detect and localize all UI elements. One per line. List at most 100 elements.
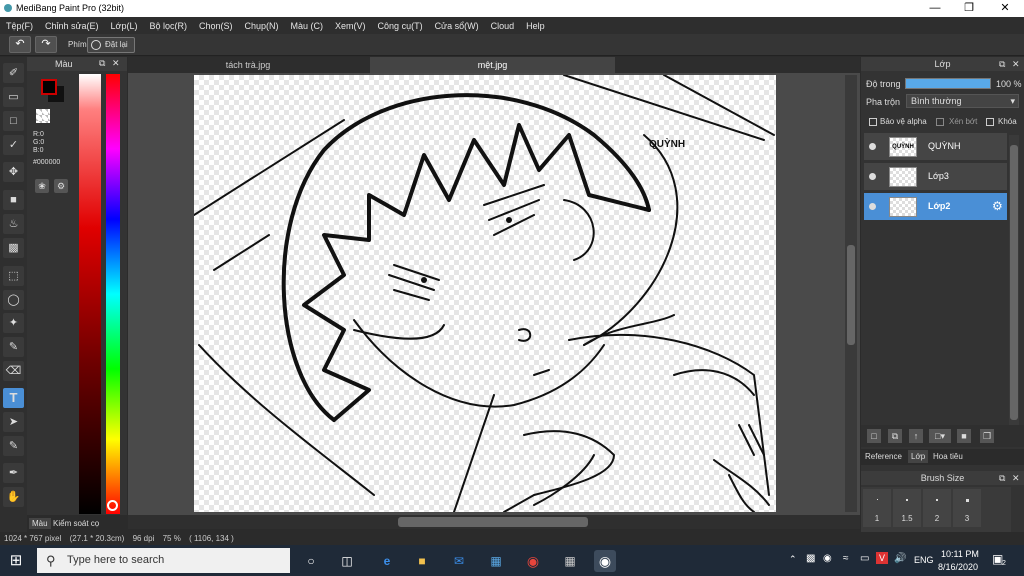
task-view-icon[interactable]: ◫	[336, 550, 358, 572]
protect-alpha-checkbox[interactable]	[869, 118, 877, 126]
copy-layer-icon[interactable]: ⧉	[888, 429, 902, 443]
transparent-color-swatch[interactable]	[36, 109, 50, 123]
clip-checkbox[interactable]	[936, 118, 944, 126]
folder-icon[interactable]: ■	[957, 429, 971, 443]
tab-reference[interactable]: Reference	[865, 452, 902, 461]
minimize-button[interactable]: —	[918, 0, 952, 17]
new-layer-icon[interactable]: □	[867, 429, 881, 443]
drawing-canvas[interactable]: QUỲNH	[194, 75, 776, 512]
redo-icon[interactable]: ↷	[35, 36, 57, 53]
taskbar-search[interactable]: ⚲ Type here to search	[37, 548, 290, 573]
layer-scrollbar[interactable]	[1009, 135, 1019, 425]
edge-icon[interactable]: e	[376, 550, 398, 572]
fill-shape-tool-icon[interactable]: ■	[3, 190, 24, 210]
eyedropper-tool-icon[interactable]: ✒	[3, 463, 24, 483]
vertical-scroll-thumb[interactable]	[847, 245, 855, 345]
brush-tool-icon[interactable]: ✐	[3, 63, 24, 83]
menu-snap[interactable]: Chụp(N)	[239, 21, 285, 31]
wifi-icon[interactable]: ≈	[843, 553, 849, 564]
vertical-scrollbar[interactable]	[845, 75, 857, 512]
menu-color[interactable]: Màu (C)	[285, 21, 330, 31]
brush-size-cell[interactable]: 1.5	[893, 489, 921, 527]
tab-layer[interactable]: Lớp	[908, 450, 929, 463]
foreground-color-swatch[interactable]	[41, 79, 57, 95]
calculator-icon[interactable]: ▦	[559, 550, 581, 572]
line-tool-icon[interactable]: ✓	[3, 135, 24, 155]
horizontal-scroll-thumb[interactable]	[398, 517, 588, 527]
menu-cloud[interactable]: Cloud	[485, 21, 521, 31]
tab-color[interactable]: Màu	[29, 518, 51, 529]
visibility-icon[interactable]	[869, 143, 876, 150]
dot-tool-icon[interactable]: □	[3, 111, 24, 131]
gradient-tool-icon[interactable]: ▩	[3, 238, 24, 258]
panel-close-icon[interactable]: ✕	[1012, 57, 1020, 71]
color-settings-icon[interactable]: ⚙	[54, 179, 68, 193]
tab-met[interactable]: mệt.jpg	[370, 57, 615, 73]
brush-size-cell[interactable]: 1	[863, 489, 891, 527]
menu-layer[interactable]: Lớp(L)	[105, 21, 144, 31]
layer-row-lop2[interactable]: Lớp2 ⚙	[864, 193, 1007, 221]
tab-navigator[interactable]: Hoa tiêu	[933, 452, 963, 461]
menu-select[interactable]: Chọn(S)	[193, 21, 239, 31]
file-explorer-icon[interactable]: ■	[411, 550, 433, 572]
brush-size-cell[interactable]: 3	[953, 489, 981, 527]
menu-view[interactable]: Xem(V)	[329, 21, 372, 31]
layer-row-lop3[interactable]: Lớp3	[864, 163, 1007, 191]
undock-icon[interactable]: ⧉	[999, 471, 1005, 485]
hand-tool-icon[interactable]: ✋	[3, 487, 24, 507]
tab-brush-control[interactable]: Kiểm soát cọ	[53, 519, 99, 528]
layer-row-quynh[interactable]: QUỲNH QUỲNH	[864, 133, 1007, 161]
palette-icon[interactable]: ❀	[35, 179, 49, 193]
magic-wand-tool-icon[interactable]: ✦	[3, 313, 24, 333]
layer-scroll-thumb[interactable]	[1010, 145, 1018, 420]
merge-layer-icon[interactable]: ↑	[909, 429, 923, 443]
saturation-bar[interactable]	[79, 74, 101, 514]
language-indicator[interactable]: ENG	[914, 555, 934, 565]
clock-time[interactable]: 10:11 PM	[941, 549, 979, 559]
select-eraser-tool-icon[interactable]: ⌫	[3, 361, 24, 381]
hue-bar[interactable]	[106, 74, 120, 514]
tray-chevron-up-icon[interactable]: ⌃	[789, 554, 797, 565]
visibility-icon[interactable]	[869, 203, 876, 210]
chrome-icon[interactable]: ◉	[522, 550, 544, 572]
cortana-icon[interactable]: ○	[300, 550, 322, 572]
operation-tool-icon[interactable]: ➤	[3, 412, 24, 432]
undo-icon[interactable]: ↶	[9, 36, 31, 53]
duplicate-icon[interactable]: ❐	[980, 429, 994, 443]
hue-picker[interactable]	[107, 500, 118, 511]
menu-file[interactable]: Tệp(F)	[0, 21, 39, 31]
panel-close-icon[interactable]: ✕	[1012, 471, 1020, 485]
menu-filter[interactable]: Bộ lọc(R)	[143, 21, 193, 31]
opacity-slider[interactable]	[905, 78, 991, 89]
clock-date[interactable]: 8/16/2020	[938, 562, 978, 572]
tab-tach-tra[interactable]: tách trà.jpg	[128, 57, 368, 73]
visibility-icon[interactable]	[869, 173, 876, 180]
battery-icon[interactable]: ▭	[860, 553, 869, 564]
windows-start-icon[interactable]: ⊞	[5, 550, 27, 572]
add-layer-menu-icon[interactable]: □▾	[929, 429, 951, 443]
divide-tool-icon[interactable]: ✎	[3, 436, 24, 456]
text-tool-icon[interactable]: T	[3, 388, 24, 408]
mail-icon[interactable]: ✉	[448, 550, 470, 572]
gear-icon[interactable]: ⚙	[992, 199, 1003, 213]
blend-mode-select[interactable]: Bình thường ▾	[906, 94, 1019, 108]
select-tool-icon[interactable]: ⬚	[3, 266, 24, 286]
maximize-button[interactable]: ❐	[952, 0, 986, 17]
panel-close-icon[interactable]: ✕	[112, 58, 120, 69]
menu-tools[interactable]: Công cụ(T)	[372, 21, 429, 31]
move-tool-icon[interactable]: ✥	[3, 162, 24, 182]
volume-icon[interactable]: 🔊	[894, 553, 906, 564]
reset-button[interactable]: Đặt lại	[87, 37, 135, 53]
horizontal-scrollbar[interactable]	[128, 515, 860, 529]
menu-help[interactable]: Help	[520, 21, 551, 31]
undock-icon[interactable]: ⧉	[999, 57, 1005, 71]
select-pen-tool-icon[interactable]: ✎	[3, 337, 24, 357]
tray-app-icon[interactable]: ▩	[806, 553, 815, 564]
store-icon[interactable]: ▦	[485, 550, 507, 572]
eraser-tool-icon[interactable]: ▭	[3, 87, 24, 107]
lasso-tool-icon[interactable]: ◯	[3, 290, 24, 310]
menu-window[interactable]: Cửa sổ(W)	[429, 21, 485, 31]
bucket-tool-icon[interactable]: ♨	[3, 214, 24, 234]
medibang-icon[interactable]: ◉	[594, 550, 616, 572]
tray-green-icon[interactable]: ◉	[823, 553, 832, 564]
